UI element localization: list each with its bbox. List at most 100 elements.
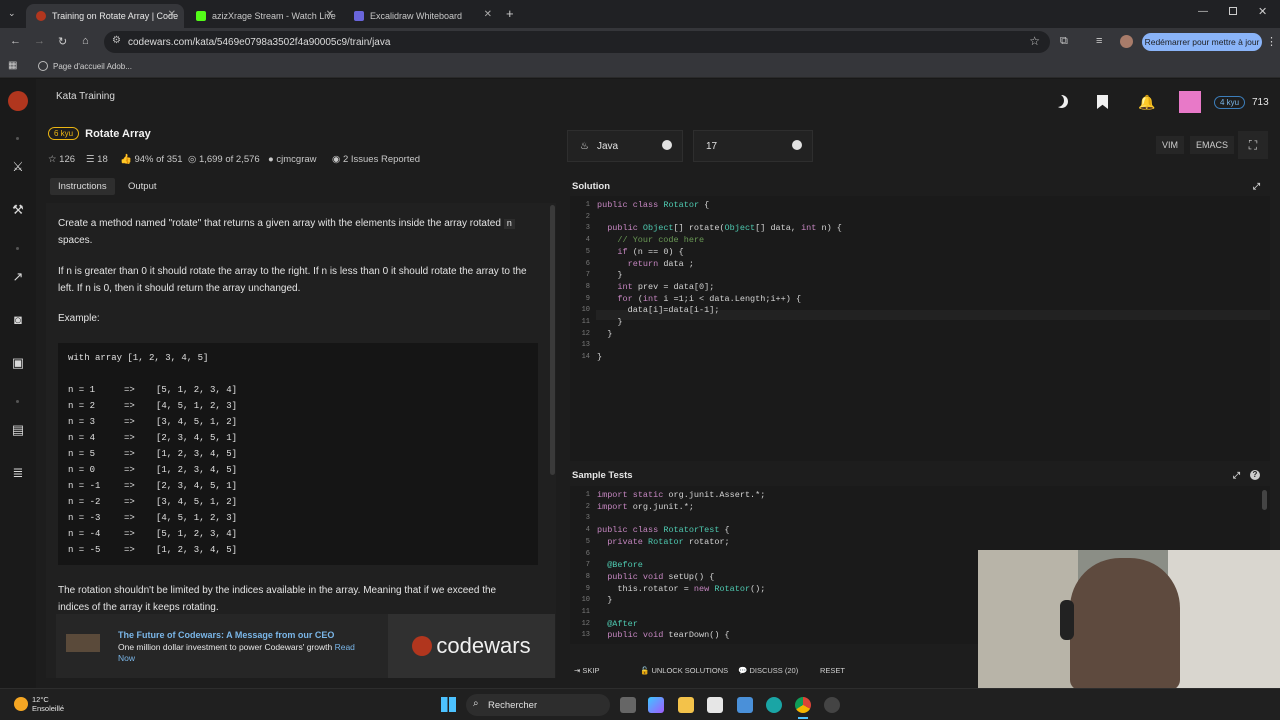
- tab-kick-stream[interactable]: azizXrage Stream - Watch Live ✕: [186, 4, 342, 28]
- notes-icon[interactable]: [737, 697, 753, 713]
- browser-tab-strip: ⌄ Training on Rotate Array | Code ✕ aziz…: [0, 0, 1280, 28]
- restart-update-button[interactable]: Redémarrer pour mettre à jour: [1142, 33, 1262, 51]
- code-line: int prev = data[0];: [617, 281, 715, 292]
- windows-start-icon[interactable]: [441, 697, 456, 712]
- example-row-cell: =>: [124, 529, 135, 539]
- leaderboard-icon[interactable]: ↗: [9, 269, 27, 285]
- bookmark-item[interactable]: Page d'accueil Adob...: [53, 62, 132, 71]
- example-row-cell: n = 2: [68, 401, 96, 411]
- unlock-icon: 🔓: [640, 666, 650, 675]
- blog-icon[interactable]: ≣: [9, 465, 27, 481]
- notifications-icon[interactable]: 🔔: [1138, 94, 1155, 111]
- tab-output[interactable]: Output: [120, 178, 165, 195]
- docs-icon[interactable]: ▤: [9, 422, 27, 438]
- excalidraw-favicon-icon: [354, 11, 364, 21]
- dark-mode-icon[interactable]: [1055, 95, 1068, 108]
- tests-scrollbar[interactable]: [1262, 490, 1267, 510]
- media-icon[interactable]: ≡: [1096, 35, 1102, 47]
- example-row-cell: [4, 5, 1, 2, 3]: [156, 513, 238, 523]
- help-icon[interactable]: ?: [1250, 470, 1260, 480]
- collection-icon: ☰: [86, 154, 95, 165]
- example-row-cell: [3, 4, 5, 1, 2]: [156, 497, 238, 507]
- target-icon: ◎: [188, 154, 197, 165]
- codewars-logo-icon[interactable]: [8, 91, 28, 111]
- expand-icon[interactable]: ⤢: [1233, 470, 1240, 481]
- close-window-icon[interactable]: ✕: [1258, 5, 1267, 18]
- tab-codewars[interactable]: Training on Rotate Array | Code ✕: [26, 4, 184, 28]
- store-icon[interactable]: [707, 697, 723, 713]
- fullscreen-icon[interactable]: ⛶: [1238, 131, 1268, 159]
- tab-excalidraw[interactable]: Excalidraw Whiteboard ✕: [344, 4, 500, 28]
- menu-kebab-icon[interactable]: ⋮: [1266, 35, 1277, 48]
- tab-title: Excalidraw Whiteboard: [370, 11, 463, 21]
- example-row-cell: =>: [124, 449, 135, 459]
- tab-search-icon[interactable]: ⌄: [8, 8, 20, 20]
- address-bar[interactable]: ⚙ codewars.com/kata/5469e0798a3502f4a900…: [104, 31, 1050, 53]
- tab-instructions[interactable]: Instructions: [50, 178, 115, 195]
- reset-button[interactable]: RESET: [820, 666, 845, 675]
- restore-icon[interactable]: [1229, 7, 1237, 15]
- minimize-icon[interactable]: —: [1198, 6, 1208, 17]
- new-tab-icon[interactable]: +: [506, 6, 514, 21]
- example-row-cell: n = 4: [68, 433, 96, 443]
- webcam-overlay: [978, 550, 1280, 690]
- apps-grid-icon[interactable]: ▦: [8, 60, 17, 71]
- author-link[interactable]: ● cjmcgraw: [268, 154, 317, 165]
- line-number: 11: [581, 608, 590, 616]
- codewars-logo: codewars: [388, 614, 555, 678]
- solution-editor[interactable]: 1 public class Rotator {2 3 public Object[…: [570, 196, 1270, 461]
- edge-icon[interactable]: [766, 697, 782, 713]
- taskbar-search[interactable]: ⌕ Rechercher: [466, 694, 610, 716]
- profile-avatar[interactable]: [1120, 35, 1133, 48]
- issues-link[interactable]: ◉ 2 Issues Reported: [332, 154, 420, 165]
- expand-icon[interactable]: ⤢: [1253, 181, 1260, 192]
- line-number: 6: [585, 259, 590, 268]
- example-row-cell: n = 1: [68, 385, 96, 395]
- webcam-headphones: [1060, 600, 1074, 640]
- example-row-cell: [1, 2, 3, 4, 5]: [156, 465, 238, 475]
- collections-stat[interactable]: ☰ 18: [86, 154, 108, 165]
- obs-icon[interactable]: [824, 697, 840, 713]
- completions-stat: ◎ 1,699 of 2,576: [188, 154, 260, 165]
- back-icon[interactable]: ←: [10, 35, 21, 47]
- copilot-icon[interactable]: [648, 697, 664, 713]
- kata-title: Rotate Array: [85, 127, 151, 140]
- weather-widget[interactable]: 12°C Ensoleillé: [14, 695, 64, 713]
- chrome-icon[interactable]: [795, 697, 811, 713]
- unlock-solutions-button[interactable]: 🔓 UNLOCK SOLUTIONS: [640, 666, 728, 675]
- example-row-cell: n = -3: [68, 513, 101, 523]
- close-icon[interactable]: ✕: [484, 9, 492, 20]
- chat-icon[interactable]: ▣: [9, 355, 27, 371]
- training-icon[interactable]: ⚔: [9, 159, 27, 175]
- site-info-icon[interactable]: ⚙: [112, 35, 121, 46]
- skip-button[interactable]: ⇥ SKIP: [574, 666, 599, 675]
- description-scrollbar[interactable]: [550, 205, 555, 475]
- promo-banner[interactable]: The Future of Codewars: A Message from o…: [56, 614, 388, 678]
- version-select[interactable]: 17: [693, 130, 813, 162]
- reload-icon[interactable]: ↻: [58, 35, 67, 48]
- close-icon[interactable]: ✕: [168, 9, 176, 20]
- task-view-icon[interactable]: [620, 697, 636, 713]
- line-number: 9: [585, 294, 590, 303]
- file-explorer-icon[interactable]: [678, 697, 694, 713]
- discord-icon[interactable]: ◙: [9, 312, 27, 328]
- discuss-button[interactable]: 💬 DISCUSS (20): [738, 666, 798, 675]
- code-line: for (int i =1;i < data.Length;i++) {: [617, 293, 802, 304]
- emacs-mode-button[interactable]: EMACS: [1190, 136, 1235, 154]
- promo-title[interactable]: The Future of Codewars: A Message from o…: [118, 630, 334, 640]
- example-row-cell: [5, 1, 2, 3, 4]: [156, 385, 238, 395]
- practice-icon[interactable]: ⚒: [9, 202, 27, 218]
- bookmark-star-icon[interactable]: ☆: [1029, 34, 1040, 48]
- stars-stat[interactable]: ☆ 126: [48, 154, 75, 165]
- language-select[interactable]: ♨ Java: [567, 130, 683, 162]
- example-row-cell: =>: [124, 497, 135, 507]
- close-icon[interactable]: ✕: [326, 9, 334, 20]
- extensions-icon[interactable]: ⧉: [1060, 35, 1068, 48]
- home-icon[interactable]: ⌂: [82, 35, 89, 47]
- forward-icon[interactable]: →: [34, 35, 45, 47]
- code-line: import org.junit.*;: [597, 501, 694, 512]
- user-avatar[interactable]: [1179, 91, 1201, 113]
- line-number: 12: [581, 619, 590, 628]
- vim-mode-button[interactable]: VIM: [1156, 136, 1185, 154]
- breadcrumb[interactable]: Kata Training: [56, 91, 115, 102]
